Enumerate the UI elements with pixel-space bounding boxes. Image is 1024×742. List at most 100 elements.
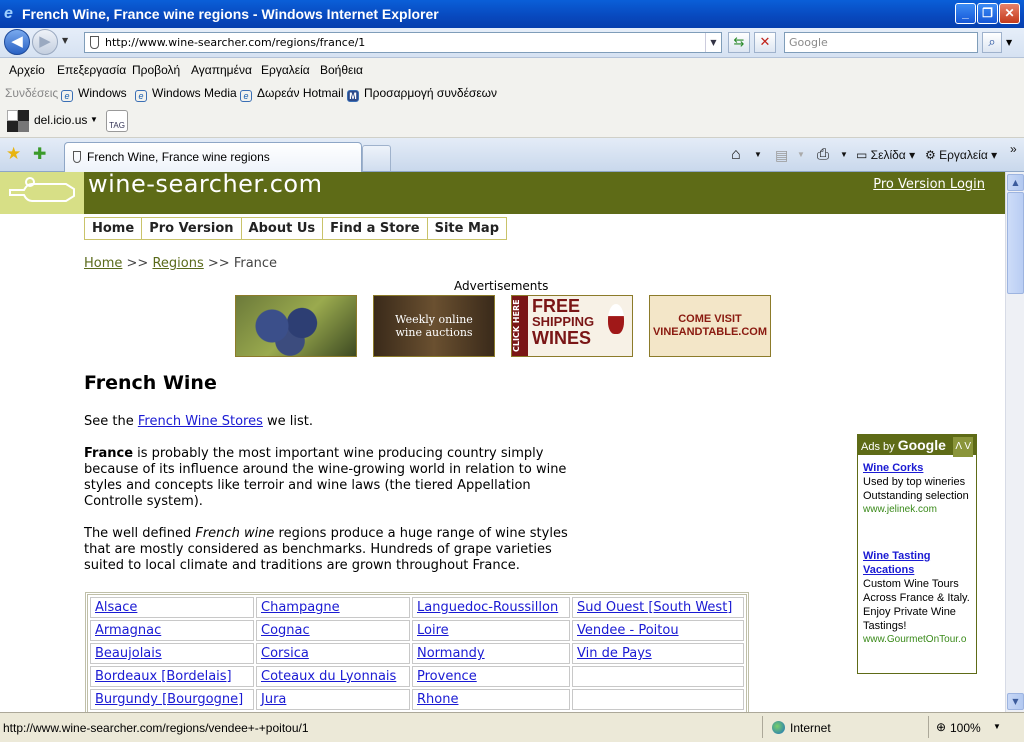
- ads-nav-arrows-icon[interactable]: Λ V: [953, 437, 973, 457]
- menu-help[interactable]: Βοήθεια: [320, 58, 363, 82]
- ad-vineandtable-banner[interactable]: COME VISIT VINEANDTABLE.COM: [649, 295, 771, 357]
- search-icon[interactable]: ⌕: [982, 32, 1002, 53]
- menu-tools[interactable]: Εργαλεία: [261, 58, 310, 82]
- region-link[interactable]: Corsica: [261, 646, 309, 661]
- region-link[interactable]: Armagnac: [95, 623, 161, 638]
- region-link[interactable]: Bordeaux [Bordelais]: [95, 669, 232, 684]
- forward-button[interactable]: ▶: [32, 29, 58, 55]
- search-options-icon[interactable]: ▼: [1006, 38, 1012, 47]
- nav-home[interactable]: Home: [85, 218, 143, 239]
- print-dropdown-icon[interactable]: ▼: [840, 138, 848, 172]
- history-dropdown-icon[interactable]: ▼: [62, 36, 68, 45]
- google-ad-title[interactable]: Wine Corks: [863, 462, 923, 474]
- address-input[interactable]: http://www.wine-searcher.com/regions/fra…: [84, 32, 722, 53]
- new-tab-button[interactable]: [362, 145, 391, 171]
- nav-about-us[interactable]: About Us: [242, 218, 324, 239]
- region-link[interactable]: Champagne: [261, 600, 340, 615]
- site-name[interactable]: wine-searcher.com: [88, 172, 322, 198]
- menu-file[interactable]: Αρχείο: [9, 58, 45, 82]
- scroll-thumb[interactable]: [1007, 192, 1024, 294]
- nav-site-map[interactable]: Site Map: [428, 218, 506, 239]
- menu-bar: Αρχείο Επεξεργασία Προβολή Αγαπημένα Εργ…: [0, 58, 1024, 82]
- region-link[interactable]: Cognac: [261, 623, 310, 638]
- feeds-icon[interactable]: ▤: [775, 138, 788, 172]
- ie-logo-icon: e: [4, 5, 13, 22]
- page-menu-button[interactable]: ▭ Σελίδα ▾: [856, 138, 915, 172]
- add-favorite-icon[interactable]: ✚: [33, 144, 46, 163]
- region-link[interactable]: Sud Ouest [South West]: [577, 600, 732, 615]
- region-link[interactable]: Coteaux du Lyonnais: [261, 669, 396, 684]
- region-link[interactable]: Languedoc-Roussillon: [417, 600, 558, 615]
- tab-bar: ★ ✚ French Wine, France wine regions ⌂ ▼…: [0, 138, 1024, 172]
- breadcrumb-regions[interactable]: Regions: [152, 256, 203, 271]
- home-icon[interactable]: ⌂: [731, 138, 741, 172]
- print-icon[interactable]: ⎙: [817, 138, 829, 172]
- table-row: Bordeaux [Bordelais] Coteaux du Lyonnais…: [90, 666, 744, 687]
- french-wine-stores-link[interactable]: French Wine Stores: [138, 414, 263, 429]
- zoom-dropdown-icon[interactable]: ▼: [993, 722, 1001, 731]
- minimize-button[interactable]: _: [955, 3, 976, 24]
- breadcrumb-home[interactable]: Home: [84, 256, 122, 271]
- menu-view[interactable]: Προβολή: [132, 58, 180, 82]
- pro-login-link[interactable]: Pro Version Login: [873, 177, 985, 192]
- scroll-down-icon[interactable]: ▼: [1007, 693, 1024, 710]
- region-link[interactable]: Vendee - Poitou: [577, 623, 679, 638]
- region-link[interactable]: Rhone: [417, 692, 458, 707]
- back-button[interactable]: ◀: [4, 29, 30, 55]
- france-paragraph: France is probably the most important wi…: [84, 446, 567, 509]
- search-input[interactable]: Google: [784, 32, 978, 53]
- zoom-icon: ⊕: [936, 720, 947, 734]
- link-windows-media[interactable]: e Windows Media: [135, 82, 237, 104]
- menu-edit[interactable]: Επεξεργασία: [57, 58, 126, 82]
- region-link[interactable]: Loire: [417, 623, 449, 638]
- link-windows[interactable]: e Windows: [61, 82, 127, 104]
- link-customize[interactable]: M Προσαρμογή συνδέσεων: [347, 82, 497, 104]
- google-ad-title[interactable]: Wine Tasting Vacations: [863, 550, 931, 576]
- chevron-more-icon[interactable]: »: [1010, 132, 1017, 166]
- link-hotmail[interactable]: e Δωρεάν Hotmail: [240, 82, 344, 104]
- intro-text: See the French Wine Stores we list.: [84, 414, 314, 429]
- wine-glass-icon: [608, 304, 624, 334]
- internet-zone-icon: [772, 721, 785, 734]
- refresh-button[interactable]: ⇆: [728, 32, 750, 53]
- close-window-button[interactable]: ✕: [999, 3, 1020, 24]
- nav-pro-version[interactable]: Pro Version: [142, 218, 242, 239]
- menu-favorites[interactable]: Αγαπημένα: [191, 58, 252, 82]
- scroll-up-icon[interactable]: ▲: [1007, 174, 1024, 191]
- region-link[interactable]: Normandy: [417, 646, 485, 661]
- zone-label[interactable]: Internet: [790, 721, 831, 735]
- region-link[interactable]: Burgundy [Bourgogne]: [95, 692, 243, 707]
- zoom-level[interactable]: 100%: [950, 721, 981, 735]
- address-url-text: http://www.wine-searcher.com/regions/fra…: [105, 36, 366, 49]
- tools-menu-button[interactable]: ⚙ Εργαλεία ▾: [925, 138, 997, 172]
- maximize-button[interactable]: ❐: [977, 3, 998, 24]
- ie-page-icon: e: [61, 90, 73, 102]
- region-link[interactable]: Jura: [261, 692, 286, 707]
- tag-button[interactable]: TAG: [106, 110, 128, 132]
- tab-active[interactable]: French Wine, France wine regions: [64, 142, 362, 172]
- google-ad-url[interactable]: www.GourmetOnTour.o: [863, 633, 975, 647]
- vertical-scrollbar[interactable]: ▲ ▼: [1005, 172, 1024, 712]
- ad-wine-auctions-banner[interactable]: Weekly online wine auctions: [373, 295, 495, 357]
- google-ads-header[interactable]: Ads by Google Λ V: [858, 435, 976, 457]
- region-link[interactable]: Provence: [417, 669, 477, 684]
- ie-page-icon: e: [135, 90, 147, 102]
- table-row: Armagnac Cognac Loire Vendee - Poitou: [90, 620, 744, 641]
- ad-grapes-banner[interactable]: [235, 295, 357, 357]
- ad-free-shipping-banner[interactable]: CLICK HERE FREE SHIPPING WINES: [511, 295, 633, 357]
- delicious-dropdown-icon[interactable]: ▼: [90, 115, 98, 124]
- region-link[interactable]: Alsace: [95, 600, 137, 615]
- region-link[interactable]: Vin de Pays: [577, 646, 652, 661]
- status-bar: http://www.wine-searcher.com/regions/ven…: [0, 712, 1024, 742]
- feeds-dropdown-icon[interactable]: ▼: [797, 138, 805, 172]
- favorites-center-icon[interactable]: ★: [6, 144, 21, 164]
- tab-favicon-icon: [73, 151, 81, 163]
- google-ad-url[interactable]: www.jelinek.com: [863, 503, 975, 517]
- stop-button[interactable]: ✕: [754, 32, 776, 53]
- home-dropdown-icon[interactable]: ▼: [754, 138, 762, 172]
- delicious-button[interactable]: del.icio.us: [34, 113, 87, 127]
- address-dropdown-icon[interactable]: ▼: [705, 33, 721, 52]
- nav-find-store[interactable]: Find a Store: [323, 218, 428, 239]
- site-logo-icon[interactable]: [0, 172, 84, 214]
- region-link[interactable]: Beaujolais: [95, 646, 162, 661]
